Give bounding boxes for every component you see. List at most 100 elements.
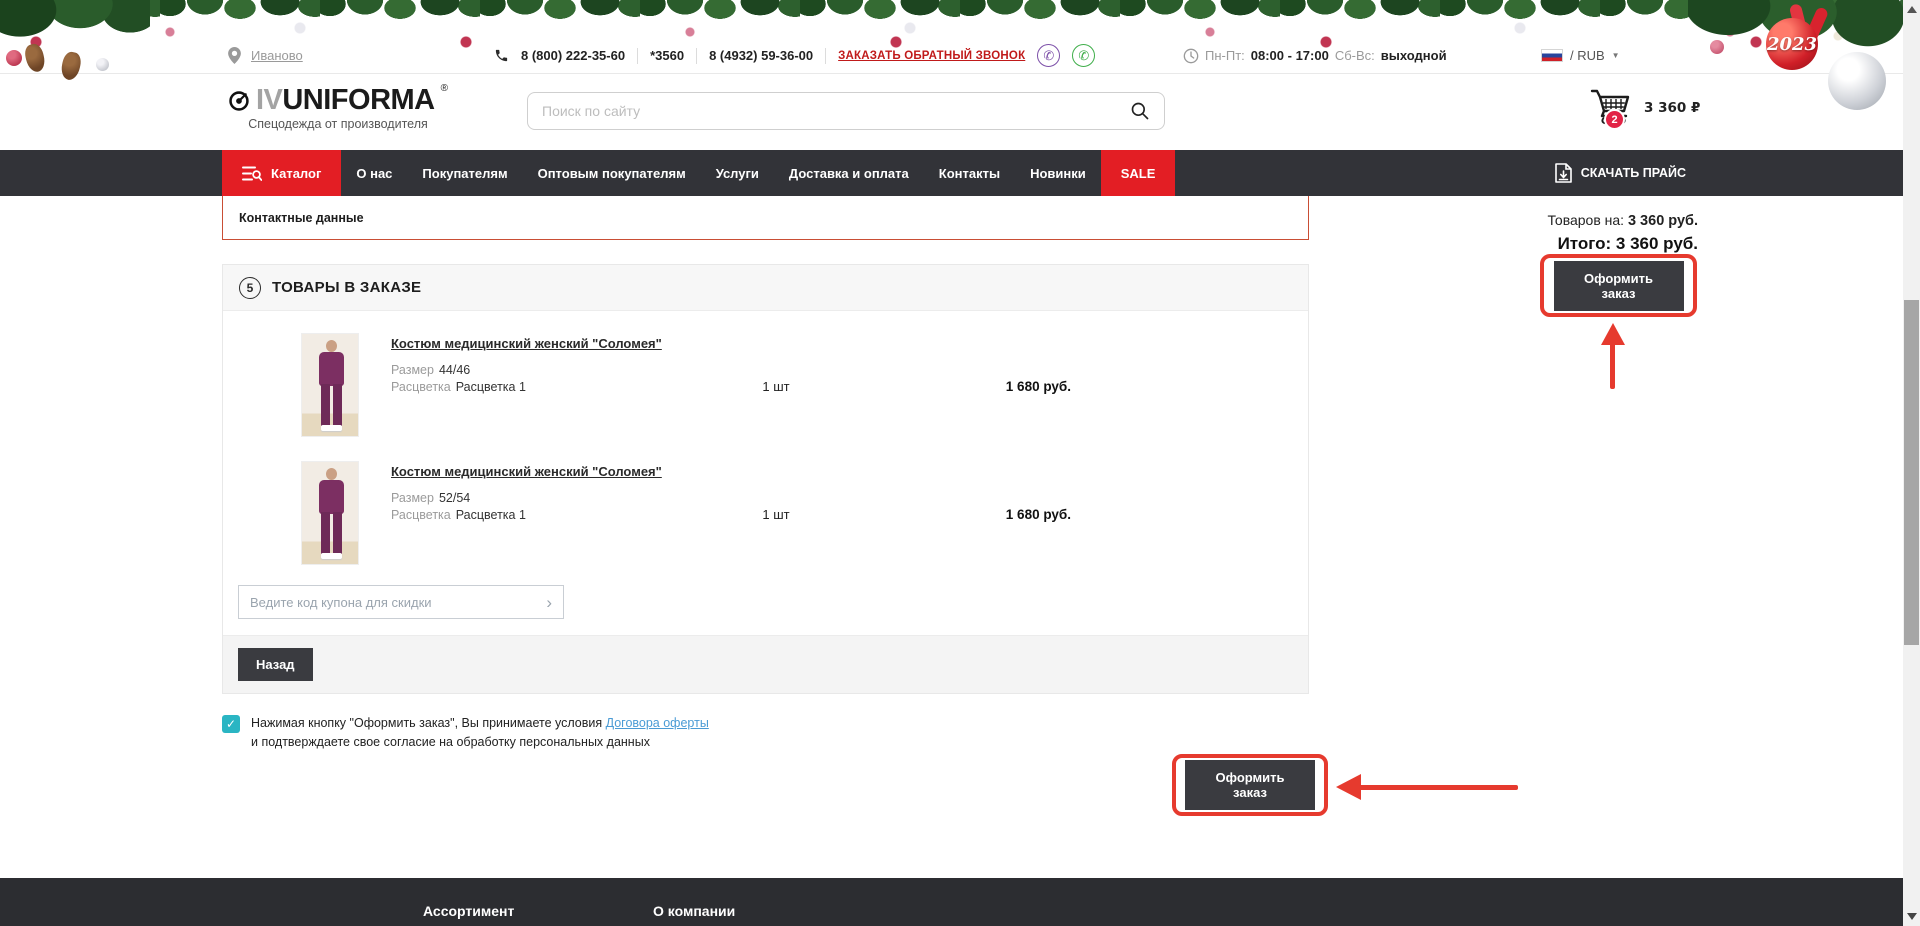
agreement-text: Нажимая кнопку "Оформить заказ", Вы прин…	[251, 714, 709, 753]
order-section-footer: Назад	[223, 635, 1308, 693]
nav-label: Услуги	[716, 166, 759, 181]
order-summary: Товаров на: 3 360 руб. Итого: 3 360 руб.	[1308, 212, 1698, 254]
logo[interactable]: IVUNIFORMA ® Спецодежда от производителя	[228, 85, 448, 131]
phone-number-2[interactable]: *3560	[650, 48, 684, 63]
product-photo[interactable]	[301, 461, 359, 565]
annotation-box: Оформить заказ	[1540, 254, 1697, 317]
nav-item-uslugi[interactable]: Услуги	[701, 150, 774, 196]
step-number-badge: 5	[239, 277, 261, 299]
nav-label: О нас	[356, 166, 392, 181]
hours-weekend-value: выходной	[1381, 48, 1447, 63]
nav-label: Оптовым покупателям	[538, 166, 686, 181]
order-items-section: 5 ТОВАРЫ В ЗАКАЗЕ Костюм медицинский жен…	[222, 264, 1309, 694]
search-icon[interactable]	[1130, 101, 1150, 121]
product-title-link[interactable]: Костюм медицинский женский "Соломея"	[391, 464, 662, 479]
phone-number-1[interactable]: 8 (800) 222-35-60	[521, 48, 625, 63]
agreement-row: ✓ Нажимая кнопку "Оформить заказ", Вы пр…	[222, 714, 709, 753]
size-label: Размер	[391, 363, 434, 377]
download-price-button[interactable]: СКАЧАТЬ ПРАЙС	[1555, 150, 1686, 196]
location-link[interactable]: Иваново	[251, 48, 303, 63]
logo-uniforma: UNIFORMA	[282, 84, 434, 116]
offer-agreement-link[interactable]: Договора оферты	[606, 716, 709, 730]
currency-selector[interactable]: / RUB ▼	[1541, 38, 1620, 73]
order-item-row: Костюм медицинский женский "Соломея" Раз…	[223, 439, 1308, 567]
coupon-input[interactable]	[250, 595, 546, 610]
annotation-box: Оформить заказ	[1172, 754, 1328, 816]
subtotal-value: 3 360 руб.	[1628, 213, 1698, 229]
scroll-down-icon[interactable]	[1907, 913, 1917, 920]
divider	[637, 48, 638, 64]
agreement-line2: и подтверждаете свое согласие на обработ…	[251, 735, 650, 749]
logo-target-icon	[228, 88, 250, 114]
order-item-row: Костюм медицинский женский "Соломея" Раз…	[223, 311, 1308, 439]
download-document-icon	[1555, 163, 1572, 183]
currency-label: / RUB	[1570, 48, 1605, 63]
hours-weekend-label: Сб-Вс:	[1335, 48, 1375, 63]
size-label: Размер	[391, 491, 434, 505]
footer-heading-company[interactable]: О компании	[653, 903, 735, 919]
page-scrollbar[interactable]	[1903, 0, 1920, 926]
location-pin-icon	[228, 47, 241, 64]
page: Иваново 8 (800) 222-35-60 *3560 8 (4932)…	[0, 0, 1920, 926]
submit-order-button[interactable]: Оформить заказ	[1185, 760, 1315, 810]
search-input[interactable]	[542, 103, 1130, 119]
contact-data-title: Контактные данные	[239, 211, 364, 225]
site-search	[527, 92, 1165, 130]
product-photo[interactable]	[301, 333, 359, 437]
logo-tagline: Спецодежда от производителя	[228, 117, 448, 131]
site-header: IVUNIFORMA ® Спецодежда от производителя…	[0, 75, 1903, 150]
main-nav: Каталог О нас Покупателям Оптовым покупа…	[0, 150, 1903, 196]
submit-order-button-sidebar[interactable]: Оформить заказ	[1554, 261, 1684, 311]
color-value: Расцветка 1	[456, 508, 526, 522]
nav-item-pokupatelyam[interactable]: Покупателям	[407, 150, 522, 196]
phone-icon	[494, 48, 509, 63]
top-info-bar: Иваново 8 (800) 222-35-60 *3560 8 (4932)…	[0, 38, 1903, 74]
chevron-down-icon: ▼	[1612, 51, 1620, 60]
nav-item-dostavka[interactable]: Доставка и оплата	[774, 150, 924, 196]
nav-label: Каталог	[271, 166, 321, 181]
whatsapp-icon[interactable]: ✆	[1072, 44, 1095, 67]
size-value: 44/46	[439, 363, 470, 377]
nav-item-sale[interactable]: SALE	[1101, 150, 1176, 196]
agreement-pre: Нажимая кнопку "Оформить заказ", Вы прин…	[251, 716, 606, 730]
cart-count-badge: 2	[1604, 109, 1625, 130]
back-button[interactable]: Назад	[238, 648, 313, 681]
total-line: Итого: 3 360 руб.	[1308, 234, 1698, 254]
divider	[696, 48, 697, 64]
coupon-field: ›	[238, 585, 564, 619]
order-section-title: ТОВАРЫ В ЗАКАЗЕ	[272, 279, 421, 296]
contact-data-section[interactable]: Контактные данные	[222, 196, 1309, 240]
phone-number-3[interactable]: 8 (4932) 59-36-00	[709, 48, 813, 63]
nav-label: SALE	[1121, 166, 1156, 181]
cart-total: 3 360 ₽	[1644, 100, 1700, 116]
scrollbar-thumb[interactable]	[1904, 300, 1919, 645]
callback-link[interactable]: ЗАКАЗАТЬ ОБРАТНЫЙ ЗВОНОК	[838, 50, 1025, 62]
download-price-label: СКАЧАТЬ ПРАЙС	[1581, 166, 1686, 180]
divider	[825, 48, 826, 64]
price-value: 1 680 руб.	[861, 379, 1071, 394]
color-value: Расцветка 1	[456, 380, 526, 394]
nav-item-novinki[interactable]: Новинки	[1015, 150, 1101, 196]
russia-flag-icon	[1541, 49, 1563, 62]
catalog-menu-icon	[242, 165, 262, 182]
hours-weekday-label: Пн-Пт:	[1205, 48, 1245, 63]
nav-item-optovym[interactable]: Оптовым покупателям	[523, 150, 701, 196]
product-title-link[interactable]: Костюм медицинский женский "Соломея"	[391, 336, 662, 351]
coupon-submit-icon[interactable]: ›	[546, 594, 552, 611]
footer-heading-assortment[interactable]: Ассортимент	[423, 903, 514, 919]
agreement-checkbox[interactable]: ✓	[222, 715, 240, 733]
price-value: 1 680 руб.	[861, 507, 1071, 522]
nav-item-o-nas[interactable]: О нас	[341, 150, 407, 196]
nav-label: Новинки	[1030, 166, 1086, 181]
quantity-value: 1 шт	[691, 379, 861, 394]
cart-button[interactable]: 2 3 360 ₽	[1590, 87, 1700, 129]
viber-icon[interactable]: ✆	[1037, 44, 1060, 67]
size-value: 52/54	[439, 491, 470, 505]
quantity-value: 1 шт	[691, 507, 861, 522]
nav-label: Покупателям	[422, 166, 507, 181]
scroll-up-icon[interactable]	[1907, 6, 1917, 13]
nav-item-katalog[interactable]: Каталог	[222, 150, 341, 196]
hours-weekday-value: 08:00 - 17:00	[1251, 48, 1329, 63]
logo-iv: IV	[256, 84, 282, 116]
nav-item-kontakty[interactable]: Контакты	[924, 150, 1015, 196]
